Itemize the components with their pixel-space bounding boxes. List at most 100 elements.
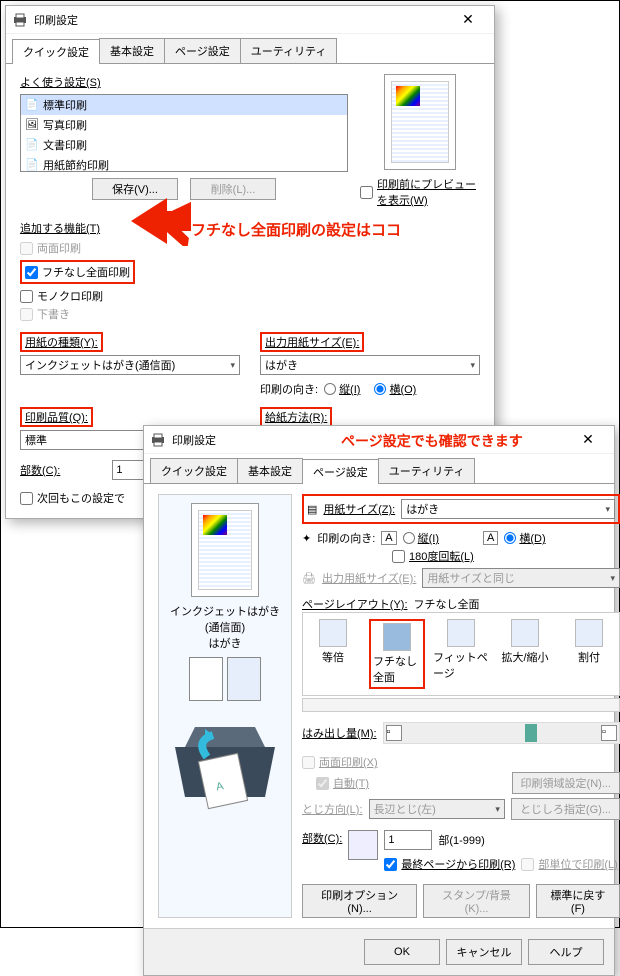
- left-preview-panel: インクジェットはがき(通信面) はがき A: [158, 494, 292, 918]
- tab-utility[interactable]: ユーティリティ: [378, 458, 476, 483]
- duplex-checkbox: [302, 756, 315, 769]
- orient-portrait-radio[interactable]: [403, 532, 415, 544]
- doc-icon: 📄: [25, 98, 39, 112]
- annotation-page-setup: ページ設定でも確認できます: [341, 431, 523, 451]
- photo-icon: 🖼: [25, 118, 39, 132]
- window-title: 印刷設定: [34, 12, 448, 28]
- output-size-dropdown[interactable]: はがき: [260, 355, 480, 375]
- stamp-button: スタンプ/背景(K)...: [423, 884, 530, 918]
- copies-icon: [348, 830, 378, 860]
- tab-quick-setup[interactable]: クイック設定: [150, 458, 238, 483]
- page-layout-value: フチなし全面: [414, 596, 480, 612]
- preview-before-print-checkbox[interactable]: [360, 186, 373, 199]
- copies-label: 部数(C):: [20, 462, 60, 478]
- layout-fit[interactable]: フィットページ: [433, 619, 489, 689]
- preset-item: 📄標準印刷: [21, 95, 347, 115]
- collate-checkbox: [521, 858, 534, 871]
- delete-button[interactable]: 削除(L)...: [190, 178, 276, 200]
- layout-normal[interactable]: 等倍: [305, 619, 361, 689]
- copies-range: 部(1-999): [438, 832, 484, 848]
- auto-checkbox: [316, 777, 329, 790]
- preview-paper-type: インクジェットはがき(通信面): [167, 603, 283, 635]
- always-use-checkbox[interactable]: [20, 492, 33, 505]
- right-settings-panel: ▤ 用紙サイズ(Z): はがき ✦ 印刷の向き: A 縦(I) A 横(D) 1…: [302, 494, 620, 918]
- tab-utility[interactable]: ユーティリティ: [240, 38, 338, 63]
- output-size-dropdown: 用紙サイズと同じ: [422, 568, 620, 588]
- tab-content: インクジェットはがき(通信面) はがき A ▤: [144, 484, 614, 928]
- paper-size-dropdown[interactable]: はがき: [401, 499, 615, 519]
- print-settings-window-2: 印刷設定 ✕ クイック設定 基本設定 ページ設定 ユーティリティ インクジェット…: [143, 425, 615, 976]
- arrow-icon: [131, 196, 191, 246]
- defaults-button[interactable]: 標準に戻す(F): [536, 884, 620, 918]
- printer-illustration: A: [165, 707, 285, 817]
- output-size-label: 出力用紙サイズ(E):: [322, 570, 416, 586]
- last-page-first-checkbox[interactable]: [384, 858, 397, 871]
- paper-type-dropdown[interactable]: インクジェットはがき(通信面): [20, 355, 240, 375]
- borderless-checkbox[interactable]: [25, 266, 38, 279]
- page-icon: ▤: [307, 503, 317, 516]
- close-button[interactable]: ✕: [568, 431, 608, 448]
- layout-borderless[interactable]: フチなし全面: [369, 619, 425, 689]
- quality-label: 印刷品質(Q):: [25, 412, 88, 424]
- orient-landscape-radio[interactable]: [504, 532, 516, 544]
- annotation-borderless: フチなし全面印刷の設定はココ: [191, 219, 401, 240]
- overhang-slider[interactable]: ▫ ▫: [383, 722, 620, 744]
- binding-dropdown: 長辺とじ(左): [369, 799, 505, 819]
- print-area-button: 印刷領域設定(N)...: [512, 772, 620, 794]
- preset-item: 📄用紙節約印刷: [21, 155, 347, 172]
- tab-basic[interactable]: 基本設定: [99, 38, 165, 63]
- landscape-icon: A: [483, 531, 498, 545]
- slider-min-icon: ▫: [386, 725, 402, 741]
- orientation-label: 印刷の向き:: [260, 381, 318, 397]
- preview-pane: [384, 74, 456, 170]
- doc-icon: 📄: [25, 158, 39, 172]
- presets-listbox[interactable]: 📄標準印刷 🖼写真印刷 📄文書印刷 📄用紙節約印刷 ✉封筒印刷: [20, 94, 348, 172]
- rotate180-checkbox[interactable]: [392, 550, 405, 563]
- preset-item: 📄文書印刷: [21, 135, 347, 155]
- preset-item: 🖼写真印刷: [21, 115, 347, 135]
- copies-input[interactable]: 1: [384, 830, 432, 850]
- binding-margin-button: とじしろ指定(G)...: [511, 798, 620, 820]
- titlebar: 印刷設定 ✕: [6, 6, 494, 34]
- dialog-footer: OK キャンセル ヘルプ: [144, 928, 614, 975]
- frequently-used-label: よく使う設定(S): [20, 74, 348, 90]
- draft-checkbox: [20, 308, 33, 321]
- doc-icon: 📄: [25, 138, 39, 152]
- slider-max-icon: ▫: [601, 725, 617, 741]
- layout-scale[interactable]: 拡大/縮小: [497, 619, 553, 689]
- mono-checkbox[interactable]: [20, 290, 33, 303]
- printer-icon: [12, 12, 28, 28]
- slider-thumb[interactable]: [525, 724, 537, 742]
- duplex-checkbox: [20, 242, 33, 255]
- tab-basic[interactable]: 基本設定: [237, 458, 303, 483]
- preview-thumbnail: [191, 503, 259, 597]
- preview-paper-size: はがき: [167, 635, 283, 651]
- binding-label: とじ方向(L):: [302, 801, 363, 817]
- printer-icon: 🖨: [302, 572, 316, 585]
- overhang-label: はみ出し量(M):: [302, 725, 377, 741]
- printer-icon: [150, 432, 166, 448]
- h-scrollbar[interactable]: [302, 698, 620, 712]
- orient-landscape-radio[interactable]: [374, 383, 386, 395]
- paper-icon: [227, 657, 261, 701]
- layout-nup[interactable]: 割付: [561, 619, 617, 689]
- page-layout-label: ページレイアウト(Y):: [302, 596, 408, 612]
- tabs: クイック設定 基本設定 ページ設定 ユーティリティ: [6, 34, 494, 64]
- tab-page-setup[interactable]: ページ設定: [302, 459, 379, 484]
- close-button[interactable]: ✕: [448, 11, 488, 28]
- feed-label: 給紙方法(R):: [265, 412, 327, 424]
- layout-options: 等倍 フチなし全面 フィットページ 拡大/縮小 割付: [302, 612, 620, 696]
- portrait-icon: A: [381, 531, 396, 545]
- orient-portrait-radio[interactable]: [324, 383, 336, 395]
- tab-quick-setup[interactable]: クイック設定: [12, 39, 100, 64]
- output-size-label: 出力用紙サイズ(E):: [265, 337, 359, 349]
- tab-page-setup[interactable]: ページ設定: [164, 38, 241, 63]
- paper-icon: [189, 657, 223, 701]
- copies-label: 部数(C):: [302, 830, 342, 846]
- paper-type-label: 用紙の種類(Y):: [25, 337, 98, 349]
- help-button[interactable]: ヘルプ: [528, 939, 604, 965]
- print-options-button[interactable]: 印刷オプション(N)...: [302, 884, 417, 918]
- ok-button[interactable]: OK: [364, 939, 440, 965]
- cancel-button[interactable]: キャンセル: [446, 939, 522, 965]
- tabs: クイック設定 基本設定 ページ設定 ユーティリティ: [144, 454, 614, 484]
